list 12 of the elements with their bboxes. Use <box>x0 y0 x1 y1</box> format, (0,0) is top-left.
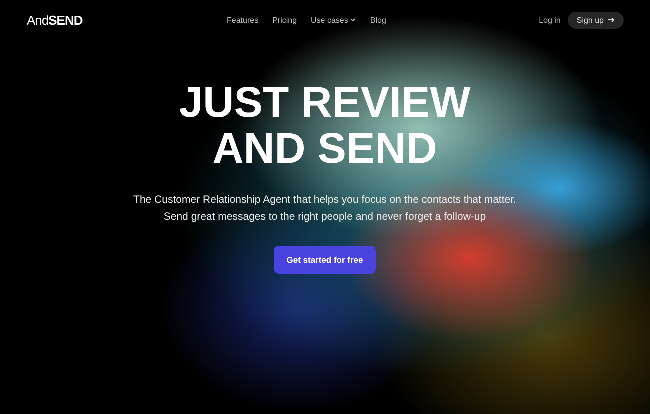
nav-link[interactable]: Blog <box>370 16 386 24</box>
nav-link[interactable]: Features <box>227 16 259 24</box>
arrow-right-icon <box>608 17 615 23</box>
chevron-down-icon <box>350 17 356 23</box>
hero-subtitle: The Customer Relationship Agent that helps you focus on the contacts that matter. Send great messages to the right people and never forget a follow-up <box>134 193 516 225</box>
hero-title: JUST REVIEW AND SEND <box>179 80 471 172</box>
signup-button[interactable]: Sign up <box>568 12 624 28</box>
login-link[interactable]: Log in <box>539 16 561 24</box>
get-started-button[interactable]: Get started for free <box>274 246 376 274</box>
logo[interactable]: AndSEND <box>27 12 227 28</box>
nav-link[interactable]: Pricing <box>272 16 298 24</box>
nav-link[interactable]: Use cases <box>311 16 356 24</box>
